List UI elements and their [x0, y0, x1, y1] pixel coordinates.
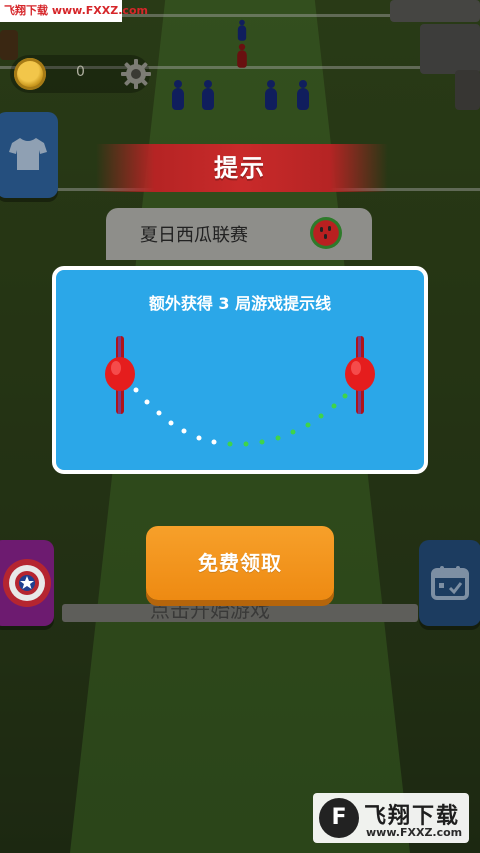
calendar-icon [431, 566, 469, 600]
shield-mode-button[interactable] [0, 540, 54, 626]
watermark-logo: F [319, 798, 359, 838]
watermark-top: 飞翔下载 www.FXXZ.com [0, 0, 148, 22]
league-title: 夏日西瓜联赛 [140, 225, 248, 246]
banner-title: 提示 [214, 154, 266, 182]
coin-count: 0 [76, 64, 85, 80]
calendar-button[interactable] [419, 540, 480, 626]
watermelon-icon [310, 217, 342, 249]
coin-icon [14, 58, 46, 90]
gear-icon[interactable] [120, 58, 152, 90]
free-claim-button[interactable]: 免费领取 [146, 526, 334, 600]
dialog-message: 额外获得 3 局游戏提示线 [148, 294, 332, 313]
watermark-url: www.FXXZ.com [366, 826, 463, 839]
shield-icon [3, 559, 51, 607]
